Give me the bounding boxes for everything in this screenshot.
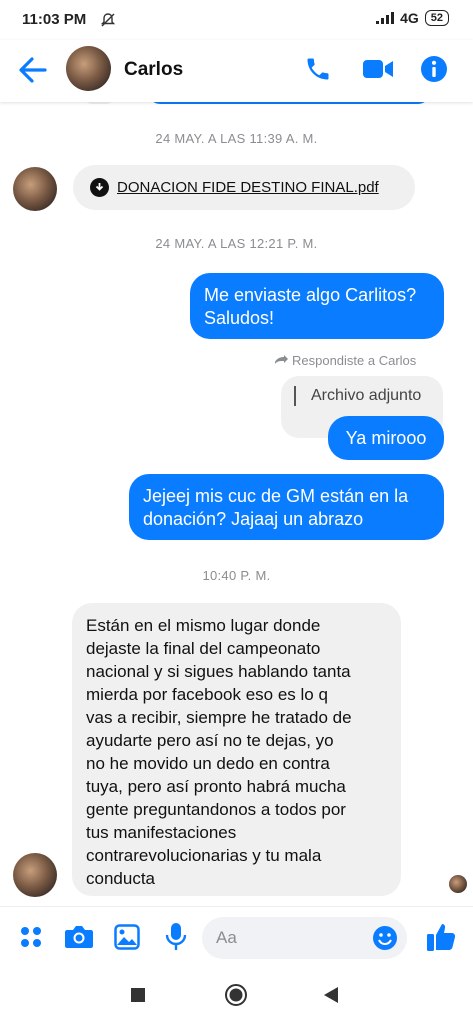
menu-dots-icon[interactable] <box>20 926 42 948</box>
quoted-text: Archivo adjunto <box>311 387 422 404</box>
recents-icon[interactable] <box>131 988 145 1002</box>
status-right: 4G 52 <box>376 10 449 26</box>
sender-avatar[interactable] <box>13 167 57 211</box>
gallery-icon[interactable] <box>114 924 140 950</box>
contact-name[interactable]: Carlos <box>124 59 183 81</box>
home-icon[interactable] <box>224 983 248 1007</box>
like-icon[interactable] <box>425 921 457 953</box>
signal-icon <box>376 12 395 24</box>
back-arrow-icon[interactable] <box>18 56 48 84</box>
battery-indicator: 52 <box>424 10 449 26</box>
read-receipt-avatar <box>449 875 467 893</box>
incoming-message[interactable]: Están en el mismo lugar donde dejaste la… <box>72 603 401 896</box>
system-nav-bar <box>0 966 473 1024</box>
file-name-link[interactable]: DONACION FIDE DESTINO FINAL.pdf <box>117 179 379 196</box>
message-input[interactable]: Aa <box>202 917 407 959</box>
download-icon[interactable] <box>90 178 109 197</box>
status-bar: 11:03 PM 4G 52 <box>0 0 473 40</box>
message-composer: Aa <box>0 906 473 967</box>
emoji-icon[interactable] <box>372 925 398 951</box>
outgoing-message[interactable]: Ya mirooo <box>328 416 444 460</box>
network-type: 4G <box>400 10 419 26</box>
video-icon[interactable] <box>362 57 394 81</box>
outgoing-message[interactable]: Jejeej mis cuc de GM están en la donació… <box>129 474 444 540</box>
contact-avatar[interactable] <box>66 46 111 91</box>
info-icon[interactable] <box>420 55 448 83</box>
message-input-placeholder: Aa <box>216 928 237 947</box>
incoming-message-text: Están en el mismo lugar donde dejaste la… <box>86 616 352 888</box>
reply-indicator-text: Respondiste a Carlos <box>292 353 417 368</box>
sender-avatar[interactable] <box>13 853 57 897</box>
reply-indicator: Respondiste a Carlos <box>274 353 416 368</box>
timestamp-divider: 24 MAY. A LAS 11:39 A. M. <box>155 131 318 146</box>
timestamp-divider: 24 MAY. A LAS 12:21 P. M. <box>155 236 318 251</box>
quote-bar <box>294 386 296 406</box>
outgoing-message[interactable]: Me enviaste algo Carlitos? Saludos! <box>190 273 444 339</box>
chat-header: Carlos <box>0 40 473 102</box>
back-nav-icon[interactable] <box>323 986 339 1004</box>
file-attachment[interactable]: DONACION FIDE DESTINO FINAL.pdf <box>73 165 415 210</box>
status-time: 11:03 PM <box>22 11 87 28</box>
mute-icon <box>100 13 116 27</box>
phone-icon[interactable] <box>304 55 332 83</box>
reply-arrow-icon <box>275 354 288 364</box>
microphone-icon[interactable] <box>165 922 187 952</box>
camera-icon[interactable] <box>64 924 94 950</box>
timestamp-divider: 10:40 P. M. <box>202 568 271 583</box>
